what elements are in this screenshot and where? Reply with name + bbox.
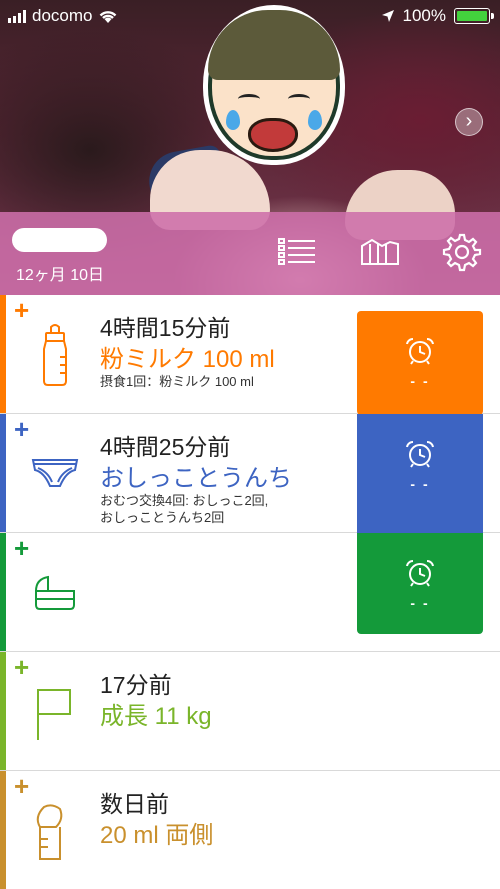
- avatar-mouth: [248, 118, 298, 152]
- last-growth-time: 17分前: [100, 672, 172, 698]
- next-photo-button[interactable]: ›: [455, 108, 483, 136]
- status-bar: docomo 100%: [0, 0, 500, 32]
- formula-timer-button[interactable]: - -: [357, 311, 483, 415]
- last-formula-time: 4時間15分前: [100, 315, 231, 341]
- list-icon[interactable]: [277, 232, 317, 272]
- alarm-clock-icon: [406, 440, 434, 468]
- row-accent: [0, 295, 6, 413]
- breast-pump-icon: [36, 804, 63, 860]
- battery-icon: [454, 8, 494, 24]
- add-diaper-button[interactable]: +: [14, 414, 29, 444]
- diaper-timer-value: - -: [410, 476, 430, 492]
- carrier-label: docomo: [32, 6, 93, 25]
- row-accent: [0, 414, 6, 532]
- flag-icon: [37, 689, 71, 740]
- avatar-sticker: [208, 10, 340, 160]
- row-accent: [0, 652, 6, 770]
- growth-chart-icon[interactable]: [360, 232, 400, 272]
- diaper-timer-button[interactable]: - -: [357, 414, 483, 533]
- formula-timer-value: - -: [410, 373, 430, 389]
- baby-name-field[interactable]: [12, 228, 107, 252]
- diaper-icon: [31, 459, 79, 487]
- list-item-growth[interactable]: + 17分前 成長 11 kg: [0, 652, 500, 771]
- location-icon: [381, 10, 394, 22]
- add-pump-button[interactable]: +: [14, 771, 29, 801]
- last-growth-value: 成長 11 kg: [100, 703, 212, 730]
- last-pump-time: 数日前: [100, 791, 169, 817]
- list-item-sleep[interactable]: + - -: [0, 533, 500, 652]
- baby-bottle-icon: [43, 324, 67, 386]
- list-item-diaper[interactable]: + 4時間25分前 おしっことうんち おむつ交換4回: おしっこ2回, おしっこ…: [0, 414, 500, 533]
- list-item-formula[interactable]: + 4時間15分前 粉ミルク 100 ml 摂食1回：粉ミルク 100 ml -: [0, 295, 500, 415]
- activity-list: + 4時間15分前 粉ミルク 100 ml 摂食1回：粉ミルク 100 ml -: [0, 295, 500, 889]
- last-diaper-type: おしっことうんち: [100, 465, 292, 492]
- add-growth-button[interactable]: +: [14, 652, 29, 682]
- row-accent: [0, 533, 6, 651]
- wifi-icon: [100, 11, 117, 23]
- formula-summary: 摂食1回：粉ミルク 100 ml: [100, 373, 350, 390]
- last-diaper-time: 4時間25分前: [100, 434, 231, 460]
- add-sleep-button[interactable]: +: [14, 533, 29, 563]
- last-pump-value: 20 ml 両側: [100, 822, 214, 849]
- signal-icon: [8, 9, 26, 23]
- diaper-summary-line-2: おしっことうんち2回: [100, 510, 225, 525]
- formula-summary-line: 摂食1回：粉ミルク 100 ml: [100, 374, 254, 389]
- last-formula-amount: 粉ミルク 100 ml: [100, 346, 275, 373]
- baby-age: 12ヶ月 10日: [16, 267, 105, 284]
- alarm-clock-icon: [406, 559, 434, 587]
- battery-percent: 100%: [402, 6, 446, 25]
- alarm-clock-icon: [406, 337, 434, 365]
- list-item-pump[interactable]: + 数日前 20 ml 両側: [0, 771, 500, 889]
- crib-icon: [35, 575, 75, 610]
- avatar-eye-left: [238, 94, 260, 104]
- add-formula-button[interactable]: +: [14, 295, 29, 325]
- diaper-summary: おむつ交換4回: おしっこ2回, おしっことうんち2回: [100, 492, 350, 526]
- diaper-summary-line-1: おむつ交換4回: おしっこ2回,: [100, 493, 269, 508]
- sleep-timer-value: - -: [410, 595, 430, 611]
- sleep-timer-button[interactable]: - -: [357, 533, 483, 634]
- avatar-tear-left: [226, 110, 240, 130]
- row-accent: [0, 771, 6, 889]
- avatar-tear-right: [308, 110, 322, 130]
- gear-icon[interactable]: [442, 232, 482, 272]
- avatar-eye-right: [288, 94, 310, 104]
